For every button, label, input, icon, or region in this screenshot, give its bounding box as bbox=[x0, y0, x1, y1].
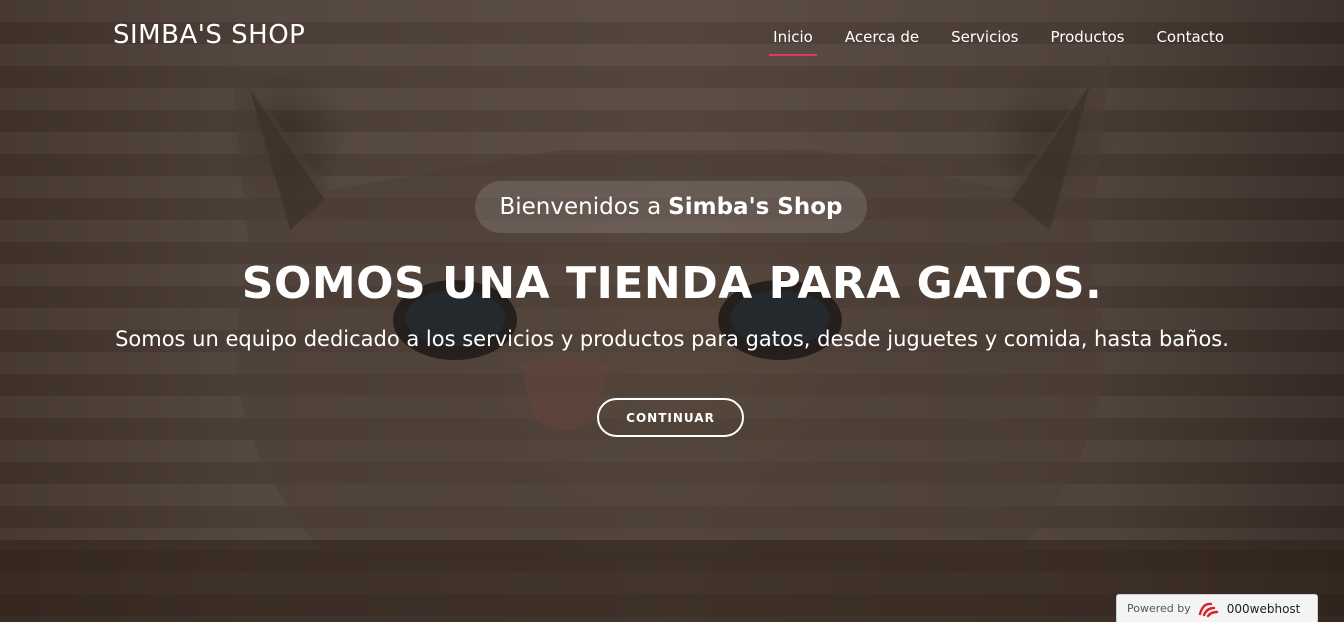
nav-item-inicio[interactable]: Inicio bbox=[769, 28, 817, 56]
hero-headline: SOMOS UNA TIENDA PARA GATOS. bbox=[241, 258, 1103, 309]
000webhost-logo-icon bbox=[1198, 602, 1218, 617]
main-nav: Inicio Acerca de Servicios Productos Con… bbox=[769, 28, 1224, 56]
nav-item-acerca-de[interactable]: Acerca de bbox=[845, 28, 919, 56]
nav-item-contacto[interactable]: Contacto bbox=[1156, 28, 1224, 56]
site-logo[interactable]: SIMBA'S SHOP bbox=[113, 20, 305, 50]
site-header: SIMBA'S SHOP Inicio Acerca de Servicios … bbox=[0, 0, 1344, 74]
continue-button[interactable]: CONTINUAR bbox=[597, 398, 744, 437]
nav-item-servicios[interactable]: Servicios bbox=[951, 28, 1018, 56]
hero-subheadline: Somos un equipo dedicado a los servicios… bbox=[115, 327, 1229, 351]
powered-by-brand: 000webhost bbox=[1226, 601, 1301, 616]
hero-section: SIMBA'S SHOP Inicio Acerca de Servicios … bbox=[0, 0, 1344, 622]
welcome-pill: Bienvenidos a Simba's Shop bbox=[475, 181, 867, 233]
welcome-prefix: Bienvenidos a bbox=[499, 194, 662, 220]
welcome-brand: Simba's Shop bbox=[668, 194, 843, 220]
powered-by-label: Powered by bbox=[1127, 602, 1191, 615]
powered-by-badge[interactable]: Powered by 000webhost bbox=[1116, 594, 1318, 622]
nav-item-productos[interactable]: Productos bbox=[1051, 28, 1125, 56]
